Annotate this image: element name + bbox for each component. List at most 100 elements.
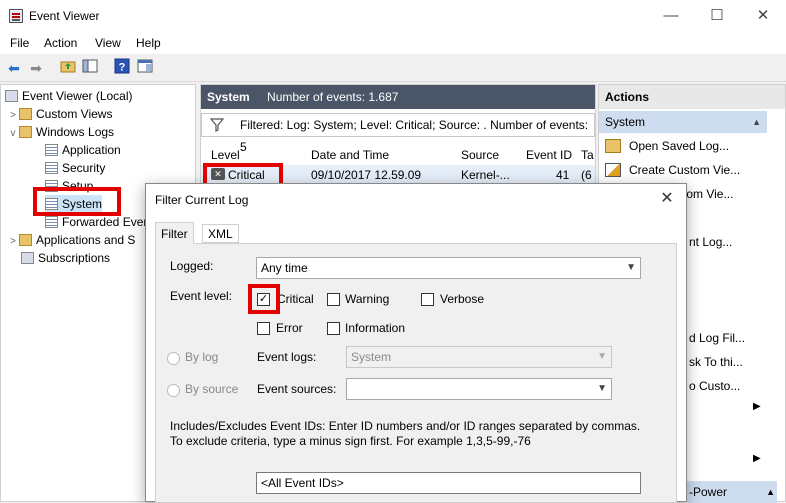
chevron-down-icon: ▼ — [597, 383, 607, 394]
verbose-label: Verbose — [440, 292, 485, 306]
chevron-down-icon[interactable]: v — [7, 125, 19, 143]
tab-filter[interactable]: Filter — [155, 222, 194, 244]
title-bar: Event Viewer — ☐ ✕ — [0, 0, 786, 32]
menu-view[interactable]: View — [95, 36, 121, 50]
submenu-arrow-icon[interactable]: ▶ — [753, 401, 761, 412]
row-event-id: 41 — [556, 168, 570, 182]
tree-item-forwarded-events[interactable]: Forwarded Even — [45, 213, 150, 231]
close-window-button[interactable]: ✕ — [740, 0, 786, 32]
filter-current-log-dialog: Filter Current Log ✕ Filter XML Logged: … — [145, 183, 687, 503]
chevron-down-icon: ▼ — [626, 262, 636, 273]
row-date: 09/10/2017 12.59.09 — [311, 168, 422, 182]
logged-label: Logged: — [170, 259, 214, 273]
tree-item-subscriptions[interactable]: Subscriptions — [21, 249, 110, 267]
folder-icon — [19, 234, 32, 246]
tab-xml[interactable]: XML — [202, 224, 239, 243]
action-open-saved-log[interactable]: Open Saved Log... — [605, 135, 729, 157]
by-log-label: By log — [185, 350, 219, 364]
tree-item-security[interactable]: Security — [45, 159, 105, 177]
tree-item-applications-services[interactable]: > Applications and S — [7, 231, 135, 249]
event-sources-dropdown[interactable]: ▼ — [346, 378, 612, 400]
tree-label: Custom Views — [36, 107, 113, 121]
action-save-filtered-log[interactable]: d Log Fil... — [689, 327, 745, 349]
properties-icon[interactable] — [135, 58, 155, 78]
filter-icon — [210, 118, 224, 132]
action-import-custom-view[interactable]: tom Vie... — [683, 183, 733, 205]
row-source: Kernel-... — [461, 168, 510, 182]
log-icon — [45, 144, 58, 156]
action-save-filter-to-custom-view[interactable]: o Custo... — [689, 375, 740, 397]
action-create-custom-view[interactable]: Create Custom Vie... — [605, 159, 740, 181]
includes-instructions: Includes/Excludes Event IDs: Enter ID nu… — [170, 419, 641, 448]
event-level-label: Event level: — [170, 289, 233, 303]
maximize-button[interactable]: ☐ — [694, 0, 740, 32]
column-date[interactable]: Date and Time — [311, 145, 389, 165]
subscriptions-icon — [21, 252, 34, 264]
back-arrow-icon[interactable]: ⬅ — [4, 58, 24, 78]
section-label: System — [605, 115, 646, 129]
action-label: sk To thi... — [689, 355, 743, 369]
tree-item-custom-views[interactable]: > Custom Views — [7, 105, 112, 123]
logged-value: Any time — [261, 261, 308, 275]
actions-section-event[interactable]: -Power ▲ — [687, 481, 777, 503]
folder-icon — [19, 108, 32, 120]
error-checkbox[interactable] — [257, 322, 270, 335]
menu-help[interactable]: Help — [136, 36, 161, 50]
window-title: Event Viewer — [29, 9, 100, 23]
show-hide-tree-icon[interactable] — [80, 58, 100, 78]
action-clear-log[interactable]: nt Log... — [689, 231, 732, 253]
critical-label: Critical — [277, 292, 314, 306]
action-label: nt Log... — [689, 235, 733, 249]
action-attach-task[interactable]: sk To thi... — [689, 351, 743, 373]
event-sources-label: Event sources: — [257, 382, 337, 396]
highlight-critical-checkbox — [248, 284, 280, 314]
dialog-close-button[interactable]: ✕ — [654, 188, 680, 210]
help-icon[interactable]: ? — [112, 58, 132, 78]
column-source[interactable]: Source — [461, 145, 499, 165]
menu-action[interactable]: Action — [44, 36, 77, 50]
svg-text:?: ? — [119, 62, 126, 74]
minimize-button[interactable]: — — [648, 0, 694, 32]
row-task: (6 — [581, 168, 592, 182]
column-level[interactable]: Level — [211, 145, 240, 165]
dialog-title: Filter Current Log — [155, 193, 249, 207]
event-viewer-app-icon — [9, 9, 23, 23]
warning-checkbox[interactable] — [327, 293, 340, 306]
tree-item-windows-logs[interactable]: v Windows Logs — [7, 123, 115, 143]
information-checkbox[interactable] — [327, 322, 340, 335]
log-icon — [45, 216, 58, 228]
column-event-id[interactable]: Event ID — [526, 145, 572, 165]
information-label: Information — [345, 321, 406, 335]
actions-section-system[interactable]: System ▲ — [599, 111, 767, 133]
by-source-radio[interactable] — [167, 384, 180, 397]
tree-label: Subscriptions — [38, 251, 111, 265]
menu-bar: File Action View Help — [0, 32, 786, 54]
folder-up-icon[interactable] — [58, 58, 78, 78]
log-header: System Number of events: 1.687 — [201, 85, 595, 109]
tree-label: Applications and S — [36, 233, 136, 247]
event-logs-label: Event logs: — [257, 350, 317, 364]
by-source-label: By source — [185, 382, 239, 396]
tree-label: Forwarded Even — [62, 215, 151, 229]
filter-icon — [605, 163, 621, 177]
verbose-checkbox[interactable] — [421, 293, 434, 306]
action-label: tom Vie... — [683, 187, 734, 201]
error-label: Error — [276, 321, 303, 335]
section-label: -Power — [689, 485, 728, 499]
event-ids-input[interactable]: <All Event IDs> — [256, 472, 641, 494]
event-logs-dropdown[interactable]: System ▼ — [346, 346, 612, 368]
tree-item-application[interactable]: Application — [45, 141, 121, 159]
tree-item-root[interactable]: Event Viewer (Local) — [5, 87, 133, 105]
menu-file[interactable]: File — [10, 36, 29, 50]
highlight-system — [33, 187, 121, 216]
logged-dropdown[interactable]: Any time ▼ — [256, 257, 641, 279]
collapse-icon[interactable]: ▲ — [766, 481, 775, 503]
column-task[interactable]: Ta — [581, 145, 594, 165]
submenu-arrow-icon[interactable]: ▶ — [753, 453, 761, 464]
chevron-down-icon: ▼ — [597, 351, 607, 362]
chevron-right-icon[interactable]: > — [7, 233, 19, 251]
by-log-radio[interactable] — [167, 352, 180, 365]
collapse-icon[interactable]: ▲ — [752, 111, 761, 133]
filter-tab-panel: Logged: Any time ▼ Event level: ✓ Critic… — [155, 243, 677, 503]
forward-arrow-icon[interactable]: ➡ — [26, 58, 46, 78]
